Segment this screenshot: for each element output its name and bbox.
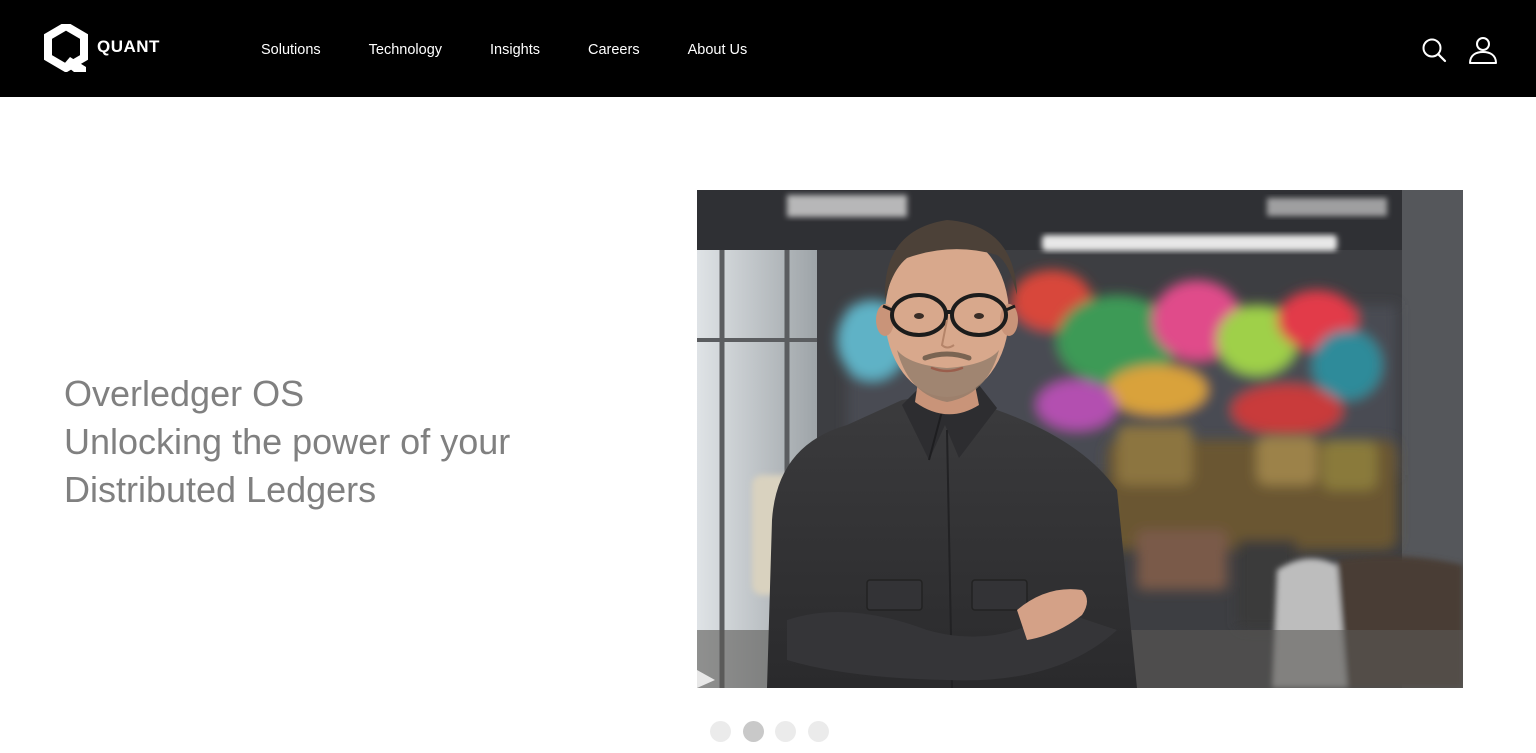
quant-logo-icon: [44, 24, 88, 72]
nav-technology[interactable]: Technology: [369, 41, 442, 59]
carousel-dot-1[interactable]: [710, 721, 731, 742]
search-icon: [1422, 38, 1447, 63]
carousel-pagination: [710, 721, 840, 742]
logo-wordmark: QUANT: [97, 37, 160, 56]
search-button[interactable]: [1420, 36, 1448, 64]
carousel-dot-3[interactable]: [775, 721, 796, 742]
user-icon: [1469, 37, 1497, 64]
carousel-dot-4[interactable]: [807, 721, 829, 742]
hero-image: [697, 190, 1463, 688]
top-navigation-bar: QUANT Solutions Technology Insights Care…: [0, 0, 1536, 97]
nav-careers[interactable]: Careers: [588, 41, 640, 59]
hero-line-1: Overledger OS: [64, 373, 305, 414]
hero-headline: Overledger OS Unlocking the power of you…: [64, 370, 624, 514]
hero-line-2: Unlocking the power of your: [64, 421, 511, 462]
man-portrait-illustration: [697, 190, 1463, 688]
main-nav: Solutions Technology Insights Careers Ab…: [261, 41, 747, 59]
nav-about-us[interactable]: About Us: [688, 41, 748, 59]
account-button[interactable]: [1468, 35, 1498, 65]
quant-logo[interactable]: QUANT: [44, 24, 160, 72]
nav-insights[interactable]: Insights: [490, 41, 540, 59]
carousel-dot-2[interactable]: [742, 721, 764, 742]
nav-solutions[interactable]: Solutions: [261, 41, 321, 59]
hero-line-3: Distributed Ledgers: [64, 469, 377, 510]
